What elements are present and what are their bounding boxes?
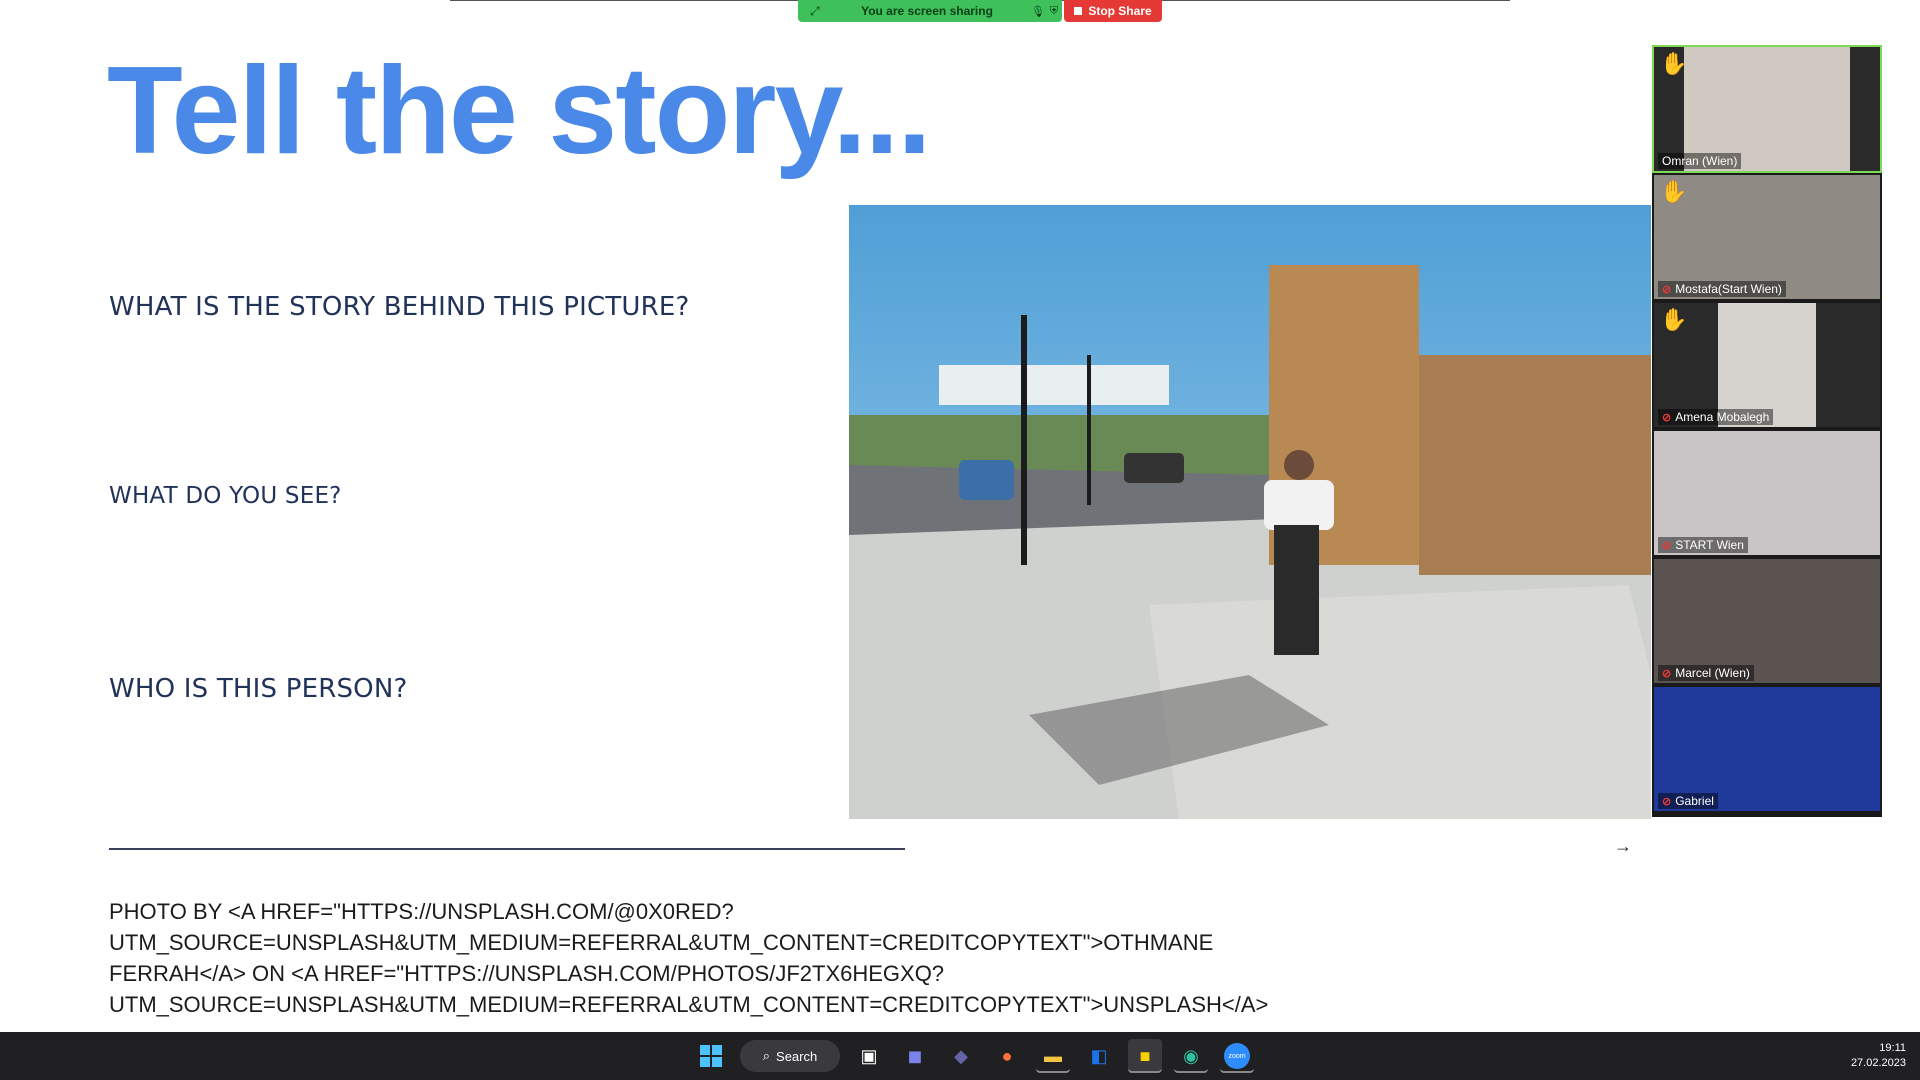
outlook-icon[interactable]: ◧ [1082,1039,1116,1073]
stop-square-icon [1074,7,1083,15]
security-shield-icon[interactable]: ⛨ [1046,5,1062,18]
system-clock[interactable]: 19:11 27.02.2023 [1851,1041,1906,1071]
windows-taskbar: ⌕ Search ▣ ◼ ◆ ● ▬ ◧ ■ ◉ zoom 19:11 27.0… [0,1032,1920,1080]
taskbar-icons: ⌕ Search ▣ ◼ ◆ ● ▬ ◧ ■ ◉ zoom [694,1038,1254,1074]
participant-name: START Wien [1675,538,1744,552]
participant-nameplate: ⊘ Marcel (Wien) [1658,665,1754,681]
credit-line: PHOTO BY <A HREF="HTTPS://UNSPLASH.COM/@… [109,899,734,924]
zoom-icon[interactable]: zoom [1220,1039,1254,1073]
task-view-icon[interactable]: ▣ [852,1039,886,1073]
participant-tile[interactable]: ✋ ⊘ Amena Mobalegh [1654,303,1880,427]
search-icon: ⌕ [762,1048,771,1063]
muted-mic-icon: ⊘ [1662,411,1672,424]
photo-credit: PHOTO BY <A HREF="HTTPS://UNSPLASH.COM/@… [109,896,1359,1020]
muted-mic-icon: ⊘ [1662,795,1672,808]
participant-nameplate: ⊘ Mostafa(Start Wien) [1658,281,1786,297]
taskbar-search[interactable]: ⌕ Search [740,1040,840,1072]
presentation-slide: ⤢ You are screen sharing 🎙 ⛨ Stop Share … [0,0,1920,1032]
participant-name: Mostafa(Start Wien) [1675,282,1782,296]
participant-tile[interactable]: ⊘ START Wien [1654,431,1880,555]
sticky-notes-icon[interactable]: ■ [1128,1039,1162,1073]
next-arrow-icon[interactable]: → [1612,835,1634,857]
clock-date: 27.02.2023 [1850,1057,1906,1069]
raised-hand-icon: ✋ [1660,179,1688,204]
participant-name: Amena Mobalegh [1675,410,1770,424]
participant-name: Omran (Wien) [1662,154,1738,168]
participant-name: Marcel (Wien) [1675,666,1750,680]
mic-icon[interactable]: 🎙 [1030,5,1046,18]
file-explorer-icon[interactable]: ▬ [1036,1039,1070,1073]
participant-nameplate: ⊘ START Wien [1658,537,1748,553]
slide-title: Tell the story... [107,42,932,180]
screen-sharing-text: You are screen sharing [861,4,993,18]
participant-nameplate: Omran (Wien) [1658,153,1742,169]
muted-mic-icon: ⊘ [1662,283,1672,296]
participant-tile[interactable]: ⊘ Marcel (Wien) [1654,559,1880,683]
firefox-icon[interactable]: ● [990,1039,1024,1073]
screen-share-icon: ⤢ [810,3,820,18]
edge-icon[interactable]: ◉ [1174,1039,1208,1073]
search-label: Search [776,1048,818,1064]
credit-line: FERRAH</A> ON <A HREF="HTTPS://UNSPLASH.… [109,961,945,986]
credit-divider [109,848,905,850]
stop-share-button[interactable]: Stop Share [1064,0,1162,22]
chat-icon[interactable]: ◼ [898,1039,932,1073]
participant-gallery: ✋ Omran (Wien) ✋ ⊘ Mostafa(Start Wien) ✋… [1652,45,1882,817]
participant-tile[interactable]: ✋ Omran (Wien) [1652,45,1882,173]
zoom-logo-label: zoom [1224,1043,1250,1069]
participant-tile[interactable]: ⊘ Gabriel [1654,687,1880,811]
raised-hand-icon: ✋ [1660,307,1688,332]
clock-time: 19:11 [1879,1042,1906,1054]
muted-mic-icon: ⊘ [1662,539,1672,552]
credit-line: UTM_SOURCE=UNSPLASH&UTM_MEDIUM=REFERRAL&… [109,992,1269,1017]
street-photo [849,205,1651,819]
question-person: WHO IS THIS PERSON? [109,674,408,704]
teams-icon[interactable]: ◆ [944,1039,978,1073]
stop-share-label: Stop Share [1088,4,1152,18]
participant-tile[interactable]: ✋ ⊘ Mostafa(Start Wien) [1654,175,1880,299]
screen-sharing-banner[interactable]: ⤢ You are screen sharing 🎙 ⛨ [798,0,1062,22]
participant-nameplate: ⊘ Gabriel [1658,793,1718,809]
credit-line: UTM_SOURCE=UNSPLASH&UTM_MEDIUM=REFERRAL&… [109,930,1214,955]
question-see: WHAT DO YOU SEE? [109,483,342,509]
windows-logo-icon [700,1045,722,1067]
raised-hand-icon: ✋ [1660,51,1688,76]
participant-name: Gabriel [1675,794,1714,808]
participant-nameplate: ⊘ Amena Mobalegh [1658,409,1774,425]
muted-mic-icon: ⊘ [1662,667,1672,680]
start-button[interactable] [694,1039,728,1073]
question-story: WHAT IS THE STORY BEHIND THIS PICTURE? [109,292,690,322]
